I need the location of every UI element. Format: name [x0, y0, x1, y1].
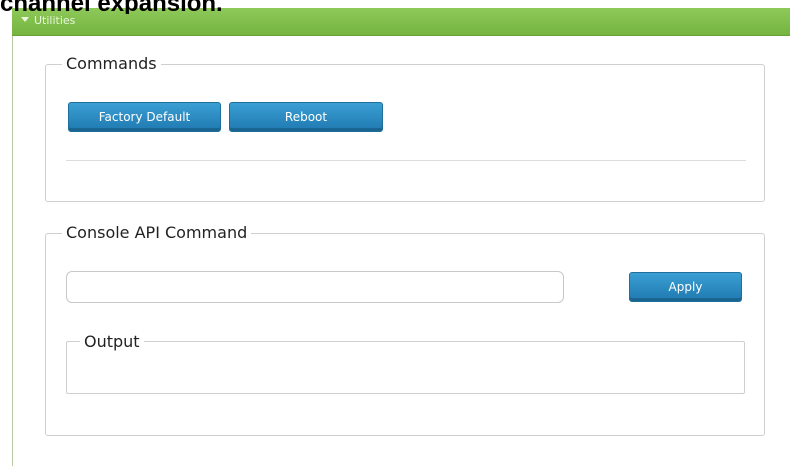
- utilities-page: channel expansion. Utilities Commands Fa…: [0, 0, 790, 466]
- output-legend: Output: [80, 332, 144, 352]
- panel-title: Utilities: [34, 14, 76, 27]
- page-caption: channel expansion.: [0, 0, 223, 14]
- commands-fieldset: [45, 64, 765, 202]
- console-api-fieldset: [45, 233, 765, 436]
- reboot-button[interactable]: Reboot: [229, 102, 383, 132]
- collapse-arrow-icon[interactable]: [21, 17, 29, 22]
- commands-divider: [66, 160, 746, 161]
- console-api-legend: Console API Command: [62, 223, 252, 243]
- output-box: [66, 341, 745, 394]
- apply-button[interactable]: Apply: [629, 272, 742, 302]
- factory-default-button[interactable]: Factory Default: [68, 102, 221, 132]
- console-command-input[interactable]: [66, 271, 564, 303]
- commands-legend: Commands: [62, 54, 161, 74]
